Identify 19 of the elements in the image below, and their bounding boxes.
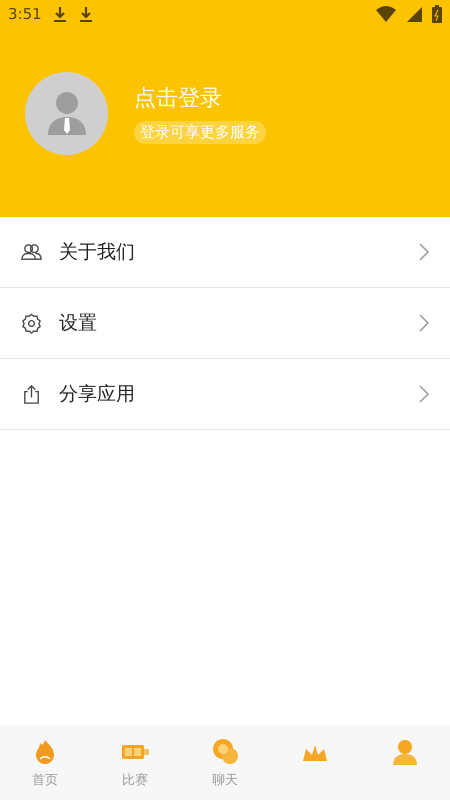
wifi-icon: [376, 5, 396, 23]
login-link[interactable]: 点击登录: [134, 83, 222, 113]
tab[interactable]: 首页: [0, 725, 90, 800]
chevron-icon: [418, 242, 430, 262]
chevron-icon: [418, 313, 430, 333]
download-icon: [78, 5, 94, 23]
menu-label: 分享应用: [59, 382, 136, 407]
tab[interactable]: 比赛: [90, 725, 180, 800]
status-time: 3:51: [8, 5, 42, 23]
settings-icon: [20, 312, 43, 334]
chevron-icon: [418, 384, 430, 404]
battery-icon: [432, 5, 442, 23]
tab[interactable]: 聊天: [180, 725, 270, 800]
download-icon: [52, 5, 68, 23]
chat-icon: [210, 736, 240, 766]
menu-label: 关于我们: [59, 240, 136, 265]
menu-label: 设置: [59, 311, 98, 336]
login-hint: 登录可享更多服务: [134, 121, 266, 144]
signal-icon: [406, 5, 422, 23]
